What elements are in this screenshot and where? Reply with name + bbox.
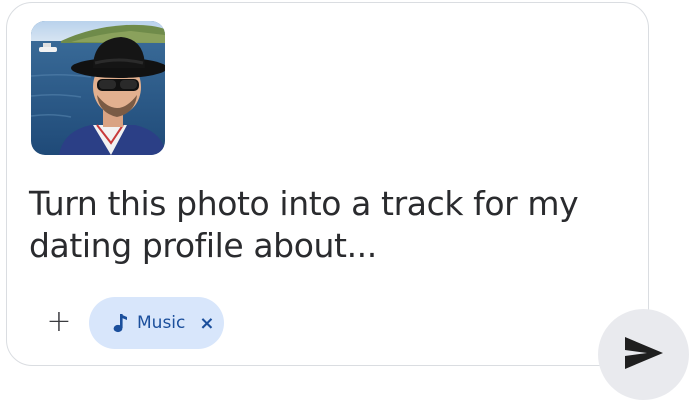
send-icon: [623, 335, 665, 375]
music-note-icon: [111, 312, 129, 334]
music-chip[interactable]: Music ×: [89, 297, 224, 349]
prompt-text[interactable]: Turn this photo into a track for my dati…: [29, 183, 629, 267]
chip-close-icon[interactable]: ×: [199, 313, 214, 334]
add-button[interactable]: +: [41, 303, 77, 339]
chip-label: Music: [137, 313, 186, 333]
compose-area: Turn this photo into a track for my dati…: [0, 0, 696, 402]
photo-image: [31, 21, 165, 155]
prompt-card: Turn this photo into a track for my dati…: [6, 2, 649, 366]
send-button[interactable]: [598, 309, 689, 400]
photo-thumbnail[interactable]: [31, 21, 165, 155]
